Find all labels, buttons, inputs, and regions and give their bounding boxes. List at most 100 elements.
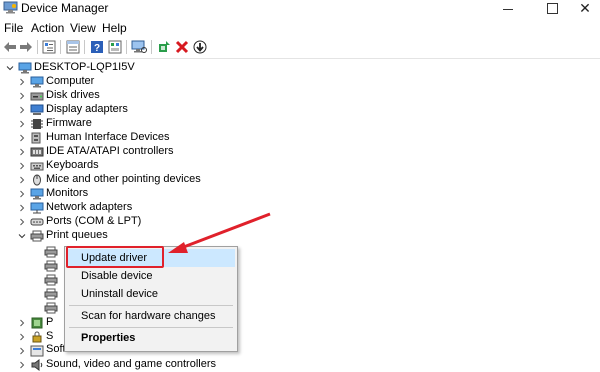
- tree-item-security-devices[interactable]: S: [0, 330, 60, 344]
- tree-item-processors[interactable]: P: [0, 316, 60, 330]
- update-driver-button[interactable]: [156, 39, 172, 55]
- chevron-right-icon[interactable]: [18, 319, 26, 327]
- tree-item-human-interface-devices[interactable]: Human Interface Devices: [0, 131, 260, 145]
- chevron-right-icon[interactable]: [18, 333, 26, 341]
- close-button[interactable]: ✕: [565, 0, 600, 17]
- menu-item-disable-device[interactable]: Disable device: [67, 267, 235, 285]
- menu-item-label: Properties: [81, 332, 136, 344]
- tree-item-display-adapters[interactable]: Display adapters: [0, 103, 260, 117]
- maximize-icon: [546, 3, 558, 14]
- menu-item-scan-hardware[interactable]: Scan for hardware changes: [67, 307, 235, 325]
- chevron-right-icon[interactable]: [18, 120, 26, 128]
- print-queue-icon[interactable]: [44, 274, 58, 286]
- tree-view-icon: [42, 40, 56, 54]
- svg-text:?: ?: [94, 43, 100, 54]
- chevron-right-icon[interactable]: [18, 134, 26, 142]
- forward-button[interactable]: [18, 39, 34, 55]
- menu-bar: File Action View Help: [0, 18, 600, 36]
- print-queue-icon[interactable]: [44, 302, 58, 314]
- chevron-down-icon[interactable]: [18, 232, 26, 240]
- toolbar-separator: [151, 40, 152, 54]
- tree-item-computer[interactable]: Computer: [0, 75, 260, 89]
- chevron-right-icon[interactable]: [18, 106, 26, 114]
- tree-item-disk-drives[interactable]: Disk drives: [0, 89, 260, 103]
- chevron-right-icon[interactable]: [18, 347, 26, 355]
- tree-item-firmware[interactable]: Firmware: [0, 117, 260, 131]
- minimize-button[interactable]: [488, 0, 528, 17]
- minimize-icon: [503, 9, 513, 10]
- print-queue-icon[interactable]: [44, 260, 58, 272]
- tree-item-print-queues[interactable]: Print queues: [0, 229, 260, 243]
- tree-item-ports[interactable]: Ports (COM & LPT): [0, 215, 260, 229]
- mouse-icon: [33, 174, 41, 186]
- tree-item-mice[interactable]: Mice and other pointing devices: [0, 173, 260, 187]
- chevron-right-icon[interactable]: [18, 218, 26, 226]
- tree-item-keyboards[interactable]: Keyboards: [0, 159, 260, 173]
- chevron-down-icon[interactable]: [6, 64, 14, 72]
- uninstall-button[interactable]: [174, 39, 190, 55]
- toolbar: ?: [0, 36, 600, 59]
- speaker-icon: [31, 359, 43, 371]
- help-icon: ?: [91, 41, 103, 54]
- tree-item-label: IDE ATA/ATAPI controllers: [46, 145, 174, 157]
- chevron-right-icon[interactable]: [18, 204, 26, 212]
- chevron-right-icon[interactable]: [18, 190, 26, 198]
- monitor-icon: [30, 188, 44, 200]
- menu-separator: [69, 327, 233, 328]
- disable-button[interactable]: [192, 39, 208, 55]
- back-icon: [4, 42, 16, 52]
- window-title: Device Manager: [21, 1, 109, 15]
- print-queue-icon[interactable]: [44, 246, 58, 258]
- menu-item-properties[interactable]: Properties: [67, 329, 235, 347]
- properties-button[interactable]: [65, 39, 81, 55]
- ide-controller-icon: [30, 147, 44, 157]
- scan-hardware-button[interactable]: [131, 39, 147, 55]
- printer-icon: [30, 230, 44, 242]
- tree-view-button[interactable]: [41, 39, 57, 55]
- tree-root-label: DESKTOP-LQP1I5V: [34, 61, 135, 73]
- chevron-right-icon[interactable]: [18, 78, 26, 86]
- tree-item-label: Monitors: [46, 187, 89, 199]
- menu-item-label: Update driver: [81, 252, 148, 264]
- chevron-right-icon[interactable]: [18, 162, 26, 170]
- menu-item-uninstall-device[interactable]: Uninstall device: [67, 285, 235, 303]
- tree-item-sound-video-game[interactable]: Sound, video and game controllers: [0, 358, 260, 372]
- menu-separator: [69, 305, 233, 306]
- resources-icon: [108, 40, 122, 54]
- update-driver-icon: [159, 41, 170, 52]
- menu-action[interactable]: Action: [31, 21, 64, 35]
- close-icon: ✕: [579, 0, 591, 16]
- print-queue-icon[interactable]: [44, 288, 58, 300]
- forward-icon: [20, 42, 32, 52]
- chevron-right-icon[interactable]: [18, 361, 26, 369]
- toolbar-separator: [84, 40, 85, 54]
- chevron-right-icon[interactable]: [18, 92, 26, 100]
- menu-view[interactable]: View: [70, 21, 96, 35]
- resources-button[interactable]: [107, 39, 123, 55]
- chevron-right-icon[interactable]: [18, 176, 26, 184]
- menu-file[interactable]: File: [4, 21, 23, 35]
- context-menu: Update driver Disable device Uninstall d…: [64, 246, 238, 352]
- menu-help[interactable]: Help: [102, 21, 127, 35]
- disable-icon: [193, 40, 207, 54]
- toolbar-separator: [126, 40, 127, 54]
- help-button[interactable]: ?: [89, 39, 105, 55]
- tree-item-monitors[interactable]: Monitors: [0, 187, 260, 201]
- menu-item-update-driver[interactable]: Update driver: [67, 249, 235, 267]
- tree-item-ide-ata-atapi[interactable]: IDE ATA/ATAPI controllers: [0, 145, 260, 159]
- firmware-icon: [31, 119, 43, 129]
- display-adapter-icon: [30, 104, 44, 115]
- back-button[interactable]: [2, 39, 18, 55]
- tree-item-label: Human Interface Devices: [46, 131, 170, 143]
- tree-item-network-adapters[interactable]: Network adapters: [0, 201, 260, 215]
- tree-item-label: Computer: [46, 75, 95, 87]
- tree-item-label: S: [46, 330, 54, 342]
- tree-item-label: Sound, video and game controllers: [46, 358, 216, 370]
- tree-root[interactable]: DESKTOP-LQP1I5V: [0, 61, 200, 75]
- chevron-right-icon[interactable]: [18, 148, 26, 156]
- disk-drive-icon: [30, 92, 44, 101]
- uninstall-icon: [175, 40, 189, 54]
- tree-item-label: Firmware: [46, 117, 92, 129]
- tree-item-label: Disk drives: [46, 89, 100, 101]
- computer-icon: [18, 62, 32, 74]
